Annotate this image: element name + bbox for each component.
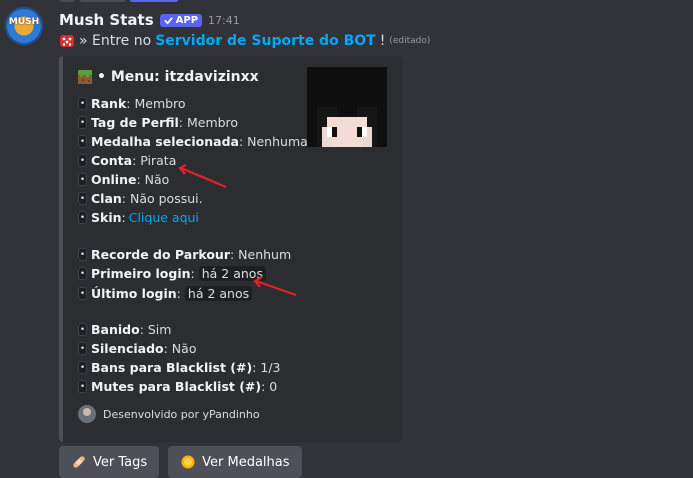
field-value: : Não possui. [121, 191, 203, 206]
field-tag-perfil: • Tag de Perfil: Membro [78, 115, 238, 130]
message-suffix: ! [379, 33, 386, 49]
field-key: Tag de Perfil [91, 115, 179, 130]
field-parkour: • Recorde do Parkour: Nenhum [78, 247, 291, 262]
field-value: : [176, 286, 181, 301]
field-key: Último login [91, 286, 177, 301]
field-value: : 1/3 [252, 360, 281, 375]
field-value: : 0 [261, 379, 278, 394]
message-content: » Entre no Servidor de Suporte do BOT! (… [59, 33, 430, 49]
app-badge-label: APP [175, 14, 199, 26]
avatar-logo-text: MUSH [8, 17, 40, 27]
field-key: Banido [91, 322, 140, 337]
edited-label: (editado) [389, 36, 431, 46]
bullet: • [78, 267, 87, 280]
field-ultimo-login: • Último login: há 2 anos [78, 286, 253, 301]
grass-block-icon [78, 70, 92, 84]
bullet: • [78, 192, 87, 205]
bullet: • [78, 248, 87, 261]
field-rank: • Rank: Membro [78, 96, 186, 111]
bullet: • [78, 323, 87, 336]
field-code: há 2 anos [184, 286, 253, 301]
ver-medalhas-button[interactable]: Ver Medalhas [168, 446, 302, 478]
field-code: há 2 anos [198, 266, 266, 281]
bullet: • [78, 173, 87, 186]
field-bans-blacklist: • Bans para Blacklist (#): 1/3 [78, 360, 281, 375]
previous-message-strip [60, 0, 230, 4]
field-value: : [190, 266, 195, 281]
field-value: : Nenhum [229, 247, 292, 262]
field-key: Conta [91, 153, 133, 168]
check-icon [163, 16, 173, 25]
support-server-link[interactable]: Servidor de Suporte do BOT [155, 33, 376, 49]
field-key: Bans para Blacklist (#) [91, 360, 253, 375]
bullet: • [78, 97, 87, 110]
field-mutes-blacklist: • Mutes para Blacklist (#): 0 [78, 379, 277, 394]
field-value: : Sim [139, 322, 172, 337]
field-conta: • Conta: Pirata [78, 153, 176, 168]
bullet: • [78, 287, 87, 300]
field-silenciado: • Silenciado: Não [78, 341, 196, 356]
field-key: Primeiro login [91, 266, 191, 281]
ver-tags-button[interactable]: Ver Tags [59, 446, 160, 478]
bullet: • [78, 380, 87, 393]
stats-embed: • Menu: itzdavizinxx • Rank: Membro • Tag … [59, 56, 402, 442]
bullet: • [78, 211, 87, 224]
embed-title: • Menu: itzdavizinxx [78, 69, 259, 85]
embed-footer: Desenvolvido por yPandinho [78, 405, 260, 423]
field-key: Silenciado [91, 341, 164, 356]
timestamp: 17:41 [208, 13, 240, 27]
footer-avatar [78, 405, 96, 423]
skin-thumbnail[interactable] [307, 67, 387, 147]
ver-tags-label: Ver Tags [93, 454, 148, 470]
medal-icon [181, 455, 195, 469]
field-key: Rank [91, 96, 127, 111]
field-value: : Não [136, 172, 170, 187]
app-badge: APP [159, 13, 203, 27]
bullet: • [78, 361, 87, 374]
dice-icon [60, 35, 74, 47]
field-value: : Nenhuma [238, 134, 308, 149]
embed-title-text: • Menu: itzdavizinxx [97, 69, 259, 85]
field-key: Mutes para Blacklist (#) [91, 379, 262, 394]
message-prefix: » Entre no [79, 33, 152, 49]
message-header: Mush Stats APP 17:41 [59, 11, 240, 29]
bandage-icon [73, 456, 85, 468]
skin-link[interactable]: Clique aqui [129, 210, 199, 225]
bot-avatar[interactable]: MUSH [5, 7, 43, 45]
field-key: Online [91, 172, 137, 187]
ver-medalhas-label: Ver Medalhas [202, 454, 290, 470]
bullet: • [78, 342, 87, 355]
field-key: Recorde do Parkour [91, 247, 230, 262]
field-value: : Pirata [132, 153, 177, 168]
field-online: • Online: Não [78, 172, 169, 187]
bullet: • [78, 154, 87, 167]
field-value: : Membro [126, 96, 186, 111]
field-key: Skin [91, 210, 122, 225]
field-value: : Membro [178, 115, 239, 130]
field-medalha: • Medalha selecionada: Nenhuma [78, 134, 308, 149]
field-clan: • Clan: Não possui. [78, 191, 203, 206]
footer-text: Desenvolvido por yPandinho [103, 407, 260, 421]
field-value: : Não [163, 341, 197, 356]
field-skin: • Skin: Clique aqui [78, 210, 199, 225]
bullet: • [78, 135, 87, 148]
field-key: Medalha selecionada [91, 134, 239, 149]
bot-username[interactable]: Mush Stats [59, 11, 154, 29]
bullet: • [78, 116, 87, 129]
field-primeiro-login: • Primeiro login: há 2 anos [78, 266, 266, 281]
field-key: Clan [91, 191, 122, 206]
field-value: : [121, 210, 126, 225]
action-buttons: Ver Tags Ver Medalhas [59, 446, 302, 478]
field-banido: • Banido: Sim [78, 322, 171, 337]
